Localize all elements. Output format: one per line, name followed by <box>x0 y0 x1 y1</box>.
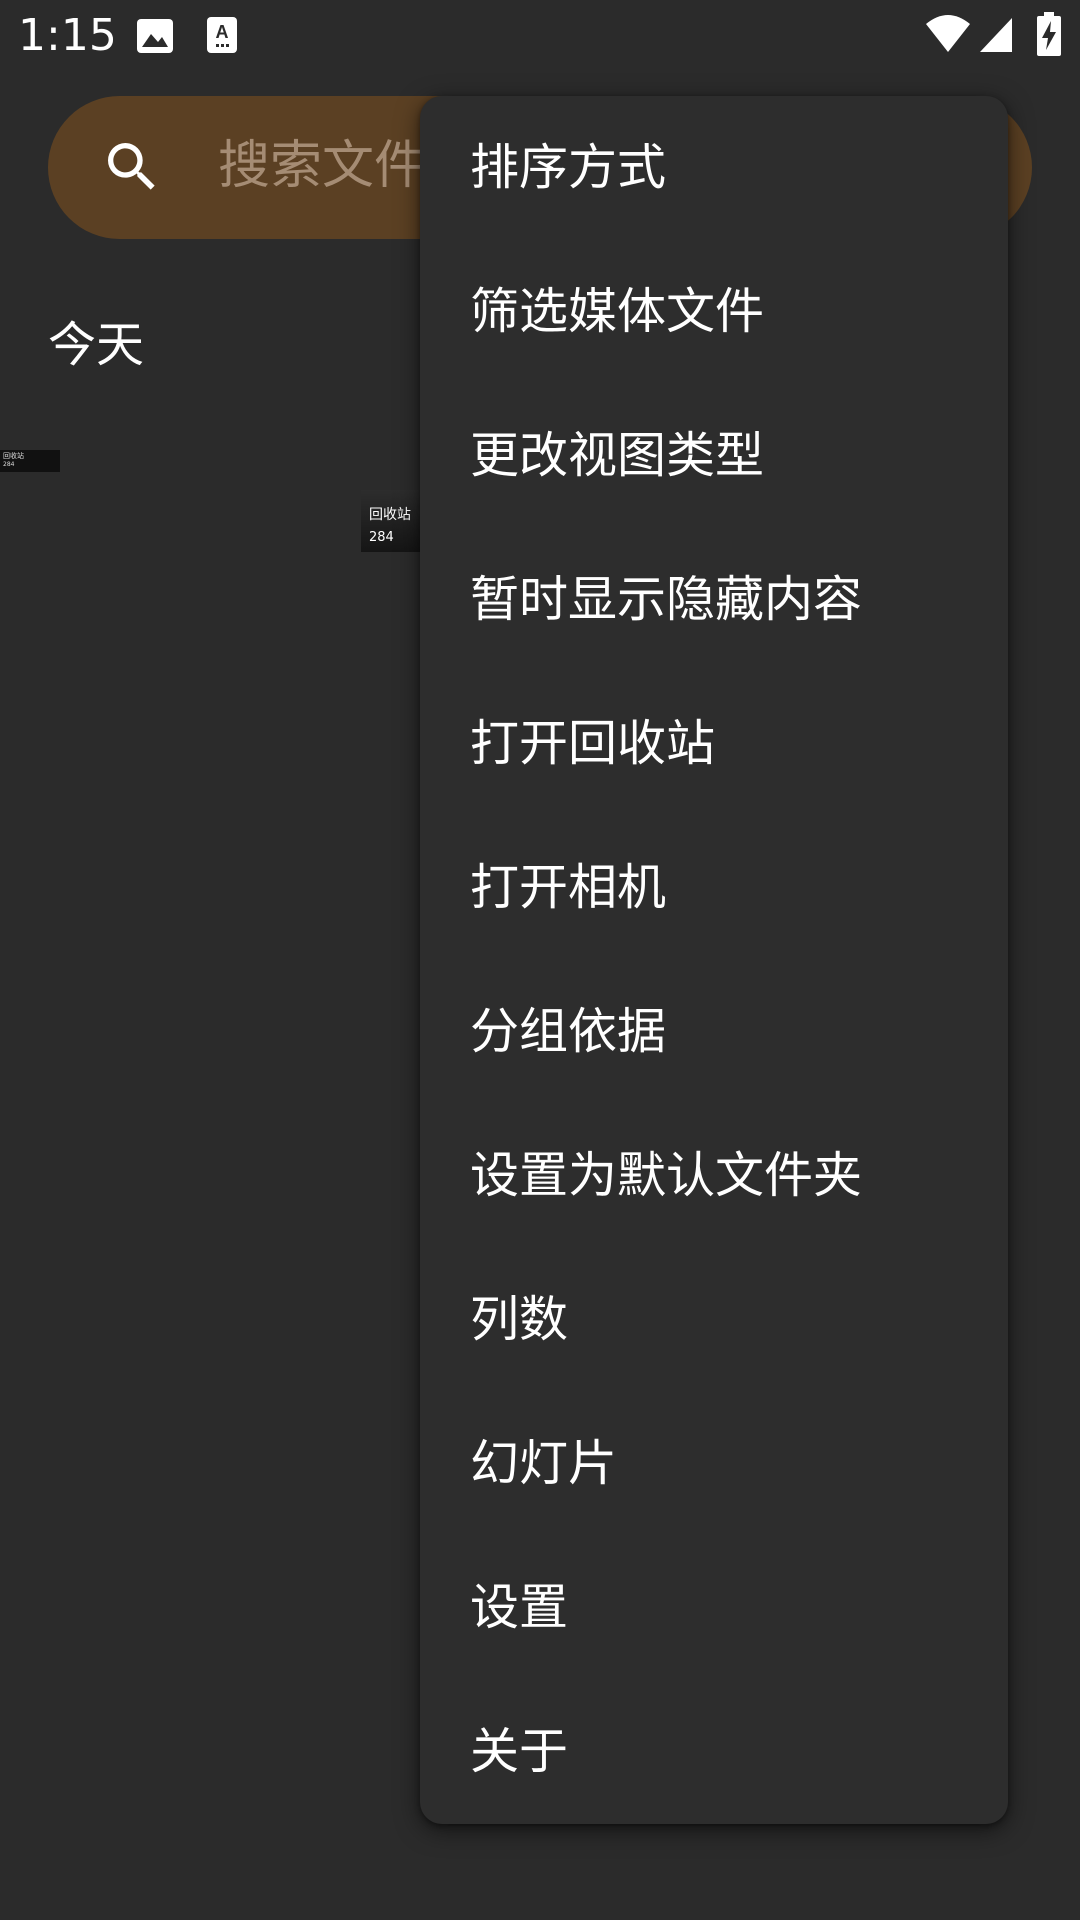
folder-count: 284 <box>369 530 394 545</box>
battery-charging-icon <box>1037 12 1061 56</box>
menu-item-open-camera[interactable]: 打开相机 <box>420 816 1008 960</box>
menu-item-change-view-type[interactable]: 更改视图类型 <box>420 384 1008 528</box>
menu-item-filter-media[interactable]: 筛选媒体文件 <box>420 240 1008 384</box>
image-icon <box>137 19 173 53</box>
menu-item-temporarily-show-hidden[interactable]: 暂时显示隐藏内容 <box>420 528 1008 672</box>
gallery-screen: 1:15 A 搜索文件 今天 回收站 284 回收站 284 排序方式 筛选媒体… <box>0 0 1080 1920</box>
cellular-signal-icon <box>980 18 1012 52</box>
folder-count: 284 <box>3 461 15 468</box>
folder-thumbnail-small[interactable]: 回收站 284 <box>0 450 60 472</box>
status-time: 1:15 <box>18 10 117 61</box>
menu-item-column-count[interactable]: 列数 <box>420 1248 1008 1392</box>
menu-item-about[interactable]: 关于 <box>420 1680 1008 1824</box>
svg-text:A: A <box>216 22 229 42</box>
menu-item-settings[interactable]: 设置 <box>420 1536 1008 1680</box>
overflow-menu: 排序方式 筛选媒体文件 更改视图类型 暂时显示隐藏内容 打开回收站 打开相机 分… <box>420 96 1008 1824</box>
folder-name: 回收站 <box>369 507 411 523</box>
menu-item-set-default-folder[interactable]: 设置为默认文件夹 <box>420 1104 1008 1248</box>
search-input[interactable]: 搜索文件 <box>218 130 426 202</box>
folder-thumbnail-recycle-bin[interactable]: 回收站 284 <box>361 490 421 552</box>
menu-item-sort-by[interactable]: 排序方式 <box>420 96 1008 240</box>
search-icon[interactable] <box>100 135 164 199</box>
text-recognition-icon: A <box>207 17 237 53</box>
folder-name: 回收站 <box>3 452 24 460</box>
menu-item-slideshow[interactable]: 幻灯片 <box>420 1392 1008 1536</box>
menu-item-open-recycle-bin[interactable]: 打开回收站 <box>420 672 1008 816</box>
section-title: 今天 <box>48 317 145 373</box>
menu-item-group-by[interactable]: 分组依据 <box>420 960 1008 1104</box>
status-bar: 1:15 A <box>0 0 1080 72</box>
wifi-icon <box>926 15 970 52</box>
